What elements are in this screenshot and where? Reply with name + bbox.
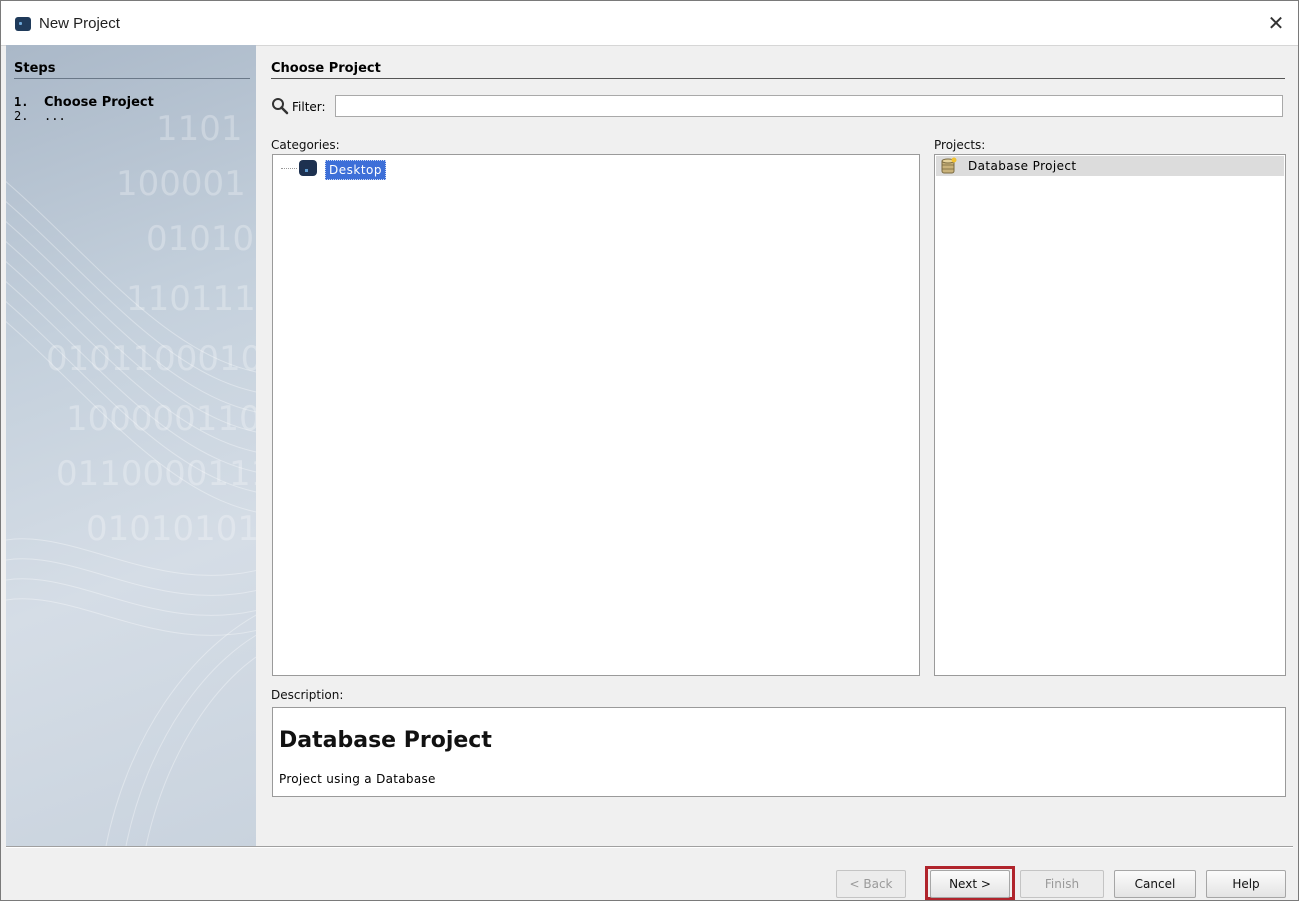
filter-label: Filter: <box>292 100 326 114</box>
title-bar: New Project ✕ <box>1 1 1298 46</box>
categories-label: Categories: <box>271 138 340 152</box>
step-item-choose-project: 1. Choose Project <box>14 95 154 110</box>
svg-text:01010101: 01010101 <box>86 509 256 549</box>
description-box: Database Project Project using a Databas… <box>272 707 1286 797</box>
page-title: Choose Project <box>271 61 381 76</box>
description-text: Project using a Database <box>279 772 436 786</box>
projects-list[interactable]: Database Project <box>934 154 1286 676</box>
desktop-app-icon <box>299 160 317 176</box>
step-item-next: 2.... <box>14 109 66 123</box>
title-divider <box>271 78 1285 79</box>
step-label: Choose Project <box>44 95 154 110</box>
window-title: New Project <box>39 15 120 32</box>
cancel-button[interactable]: Cancel <box>1114 870 1196 898</box>
description-title: Database Project <box>279 728 492 753</box>
step-label: ... <box>44 109 66 123</box>
project-item-database-project[interactable]: Database Project <box>936 156 1284 176</box>
close-button[interactable]: ✕ <box>1264 11 1288 35</box>
categories-tree[interactable]: Desktop <box>272 154 920 676</box>
svg-text:1101: 1101 <box>156 109 243 149</box>
projects-label: Projects: <box>934 138 986 152</box>
svg-text:1101111: 1101111 <box>126 279 256 319</box>
filter-input[interactable] <box>335 95 1283 117</box>
steps-divider <box>14 78 250 79</box>
svg-text:1000001100: 1000001100 <box>66 399 256 439</box>
finish-button[interactable]: Finish <box>1020 870 1104 898</box>
back-button[interactable]: < Back <box>836 870 906 898</box>
tree-connector <box>281 168 297 169</box>
next-button[interactable]: Next > <box>930 870 1010 898</box>
steps-title: Steps <box>14 61 56 76</box>
main-panel: Choose Project Filter: Categories: Deskt… <box>262 45 1292 846</box>
svg-text:100001: 100001 <box>116 164 246 204</box>
project-label: Database Project <box>968 159 1077 173</box>
help-button[interactable]: Help <box>1206 870 1286 898</box>
filter-row: Filter: <box>271 95 1285 119</box>
category-label: Desktop <box>325 160 386 180</box>
svg-text:01100001110: 01100001110 <box>56 454 256 494</box>
steps-panel: 1101 100001 01010 1101111 01011000101 10… <box>6 45 256 846</box>
database-project-icon <box>941 157 957 174</box>
app-icon <box>15 17 31 31</box>
svg-text:01011000101: 01011000101 <box>46 339 256 379</box>
description-label: Description: <box>271 688 344 702</box>
step-number: 2. <box>14 109 29 123</box>
step-number: 1. <box>14 95 29 109</box>
footer-divider-highlight <box>6 847 1293 848</box>
search-icon <box>272 98 289 115</box>
svg-text:01010: 01010 <box>146 219 254 259</box>
steps-background-graphic: 1101 100001 01010 1101111 01011000101 10… <box>6 109 256 846</box>
